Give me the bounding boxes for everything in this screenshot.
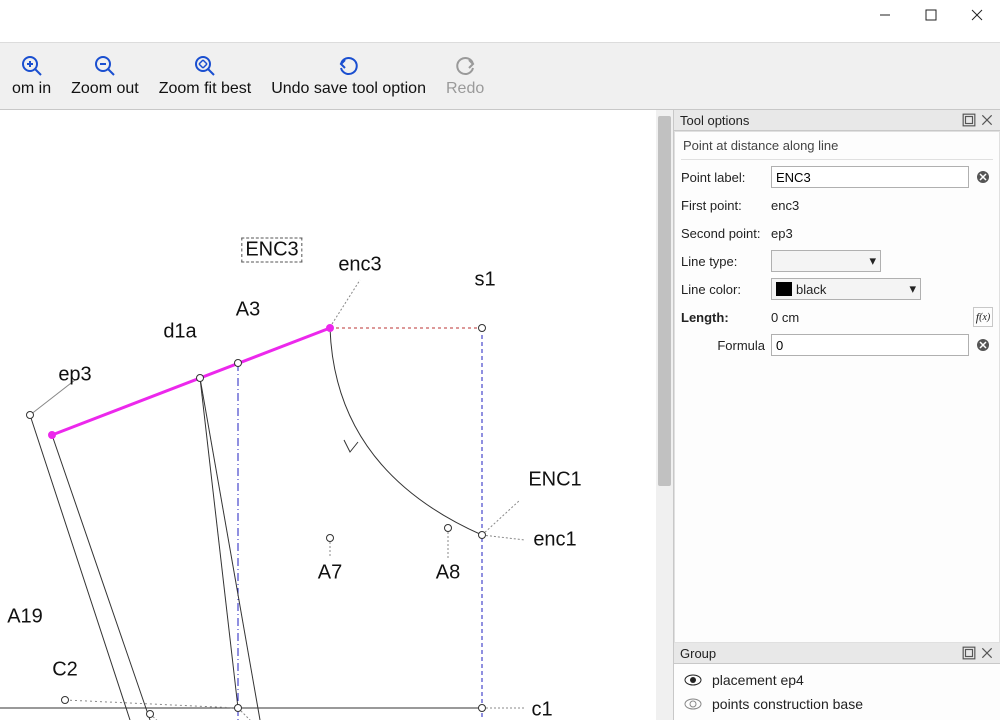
zoom-in-label: om in — [12, 80, 51, 98]
line-type-select[interactable]: ▾ — [771, 250, 881, 272]
titlebar — [0, 0, 1000, 42]
redo-button[interactable]: Redo — [438, 50, 492, 102]
length-value: 0 cm — [771, 310, 799, 325]
second-point-label: Second point: — [681, 226, 771, 241]
point-label-ENC1[interactable]: ENC1 — [528, 469, 581, 492]
point-label-s1[interactable]: s1 — [474, 269, 495, 292]
tool-subtitle: Point at distance along line — [681, 136, 993, 160]
zoom-out-label: Zoom out — [71, 80, 139, 98]
point-label-C2[interactable]: C2 — [52, 659, 78, 682]
color-swatch — [776, 282, 792, 296]
canvas-point[interactable] — [326, 324, 334, 332]
zoom-fit-icon — [193, 54, 217, 78]
group-title: Group — [680, 646, 716, 661]
right-panel: Tool options Point at distance along lin… — [674, 110, 1000, 720]
close-button[interactable] — [954, 0, 1000, 30]
group-body: placement ep4 points construction base — [674, 664, 1000, 720]
chevron-down-icon: ▾ — [909, 281, 916, 297]
first-point-label: First point: — [681, 198, 771, 213]
tool-options-body: Point at distance along line Point label… — [674, 131, 1000, 643]
chevron-down-icon: ▾ — [869, 253, 876, 269]
undo-label: Undo save tool option — [271, 80, 426, 98]
minimize-button[interactable] — [862, 0, 908, 30]
point-label-A8[interactable]: A8 — [436, 562, 460, 585]
scrollbar-thumb[interactable] — [658, 116, 671, 486]
tool-options-header: Tool options — [674, 110, 1000, 131]
toolbar: om in Zoom out Zoom fit best Undo save t… — [0, 42, 1000, 110]
point-label-A7[interactable]: A7 — [318, 562, 342, 585]
undock-icon[interactable] — [962, 646, 976, 660]
zoom-fit-label: Zoom fit best — [159, 80, 251, 98]
canvas-point[interactable] — [478, 704, 486, 712]
group-item[interactable]: points construction base — [678, 692, 996, 716]
first-point-value: enc3 — [771, 198, 799, 213]
line-color-select[interactable]: black ▾ — [771, 278, 921, 300]
group-item-label: points construction base — [712, 696, 863, 712]
undo-button[interactable]: Undo save tool option — [263, 50, 434, 102]
point-label-A3[interactable]: A3 — [236, 299, 260, 322]
redo-icon — [453, 54, 477, 78]
undo-icon — [337, 54, 361, 78]
line-color-label: Line color: — [681, 282, 771, 297]
canvas-point[interactable] — [26, 411, 34, 419]
group-item[interactable]: placement ep4 — [678, 668, 996, 692]
point-label-enc3[interactable]: enc3 — [338, 254, 381, 277]
formula-fx-button[interactable]: f(x) — [973, 307, 993, 327]
canvas-point[interactable] — [196, 374, 204, 382]
point-label-d1a[interactable]: d1a — [163, 321, 196, 344]
main-area: ENC3 enc3 s1 A3 d1a ep3 ENC1 enc1 A7 A8 … — [0, 110, 1000, 720]
point-label-input[interactable] — [771, 166, 969, 188]
point-label-c1[interactable]: c1 — [531, 699, 552, 720]
canvas-point[interactable] — [146, 710, 154, 718]
drawing-canvas[interactable]: ENC3 enc3 s1 A3 d1a ep3 ENC1 enc1 A7 A8 … — [0, 110, 673, 720]
group-header: Group — [674, 643, 1000, 664]
tool-options-title: Tool options — [680, 113, 749, 128]
zoom-out-button[interactable]: Zoom out — [63, 50, 147, 102]
canvas-point[interactable] — [61, 696, 69, 704]
canvas-point[interactable] — [234, 704, 242, 712]
line-color-value: black — [796, 282, 826, 297]
zoom-out-icon — [93, 54, 117, 78]
clear-point-label-button[interactable] — [973, 167, 993, 187]
vertical-scrollbar[interactable] — [656, 110, 673, 720]
clear-formula-button[interactable] — [973, 335, 993, 355]
formula-label: Formula — [681, 338, 771, 353]
zoom-fit-button[interactable]: Zoom fit best — [151, 50, 259, 102]
maximize-button[interactable] — [908, 0, 954, 30]
eye-icon — [684, 674, 702, 686]
point-label-A19[interactable]: A19 — [7, 606, 43, 629]
canvas-point[interactable] — [48, 431, 56, 439]
point-label-label: Point label: — [681, 170, 771, 185]
zoom-in-button[interactable]: om in — [4, 50, 59, 102]
point-label-ENC3[interactable]: ENC3 — [241, 238, 302, 263]
canvas-lines — [0, 110, 673, 720]
undock-icon[interactable] — [962, 113, 976, 127]
canvas-point[interactable] — [478, 324, 486, 332]
eye-icon — [684, 698, 702, 710]
line-type-label: Line type: — [681, 254, 771, 269]
group-item-label: placement ep4 — [712, 672, 804, 688]
second-point-value: ep3 — [771, 226, 793, 241]
canvas-point[interactable] — [444, 524, 452, 532]
point-label-ep3[interactable]: ep3 — [58, 364, 91, 387]
canvas-wrap: ENC3 enc3 s1 A3 d1a ep3 ENC1 enc1 A7 A8 … — [0, 110, 674, 720]
canvas-point[interactable] — [326, 534, 334, 542]
point-label-enc1[interactable]: enc1 — [533, 529, 576, 552]
length-label: Length: — [681, 310, 771, 325]
close-panel-icon[interactable] — [980, 646, 994, 660]
close-panel-icon[interactable] — [980, 113, 994, 127]
zoom-in-icon — [20, 54, 44, 78]
redo-label: Redo — [446, 80, 484, 98]
canvas-point[interactable] — [478, 531, 486, 539]
canvas-point[interactable] — [234, 359, 242, 367]
formula-input[interactable] — [771, 334, 969, 356]
